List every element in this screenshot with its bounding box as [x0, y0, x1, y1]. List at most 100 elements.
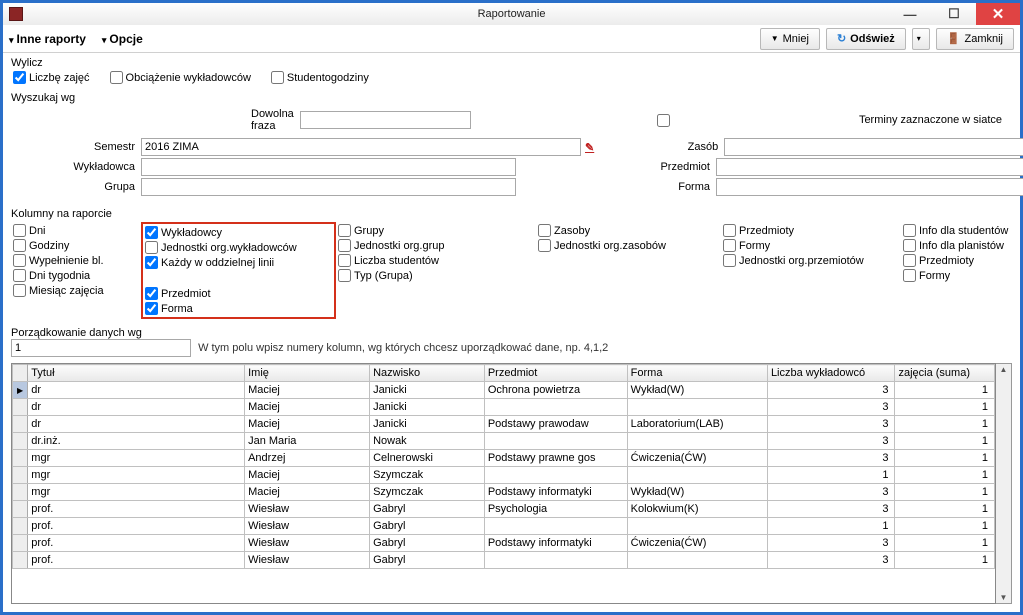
- column-header[interactable]: Liczba wykładowcó: [767, 365, 895, 382]
- table-row[interactable]: mgrMaciejSzymczak11: [13, 467, 995, 484]
- window-title: Raportowanie: [478, 8, 546, 20]
- cell: Podstawy prawodaw: [484, 416, 627, 433]
- refresh-icon: ↻: [837, 32, 846, 45]
- check-typ-grupa[interactable]: Typ (Grupa): [338, 269, 534, 282]
- check-liczba-stud[interactable]: Liczba studentów: [338, 254, 534, 267]
- cell: dr: [28, 382, 245, 399]
- grupa-label: Grupa: [11, 181, 141, 193]
- check-kazdy-linia[interactable]: Każdy w oddzielnej linii: [145, 256, 332, 269]
- column-header[interactable]: Przedmiot: [484, 365, 627, 382]
- dowolna-input[interactable]: [300, 111, 471, 129]
- cell: Wykład(W): [627, 484, 767, 501]
- cell: Nowak: [370, 433, 485, 450]
- cell: [484, 399, 627, 416]
- check-wypelnienie[interactable]: Wypełnienie bl.: [13, 254, 139, 267]
- check-wykladowcy[interactable]: Wykładowcy: [145, 226, 332, 239]
- table-row[interactable]: prof.WiesławGabryl31: [13, 552, 995, 569]
- check-jednostki-zas[interactable]: Jednostki org.zasobów: [538, 239, 719, 252]
- cell: Gabryl: [370, 552, 485, 569]
- cell: Janicki: [370, 382, 485, 399]
- wykladowca-input[interactable]: [141, 158, 516, 176]
- table-row[interactable]: drMaciejJanicki31: [13, 399, 995, 416]
- forma-label: Forma: [656, 181, 716, 193]
- table-row[interactable]: prof.WiesławGabrylPodstawy informatykiĆw…: [13, 535, 995, 552]
- scroll-up-icon[interactable]: ▲: [1000, 364, 1008, 375]
- przedmiot-input[interactable]: [716, 158, 1023, 176]
- check-godziny[interactable]: Godziny: [13, 239, 139, 252]
- menu-opcje[interactable]: Opcje: [102, 32, 143, 46]
- zasob-input[interactable]: [724, 138, 1023, 156]
- content-area: Wylicz Liczbę zajęć Obciążenie wykładowc…: [3, 53, 1020, 612]
- check-studentogodziny[interactable]: Studentogodziny: [271, 71, 369, 84]
- cell: Podstawy prawne gos: [484, 450, 627, 467]
- check-terminy[interactable]: Terminy zaznaczone w siatce: [471, 114, 1002, 127]
- check-liczbe-zajec[interactable]: Liczbę zajęć: [13, 71, 90, 84]
- zamknij-button[interactable]: 🚪Zamknij: [936, 28, 1014, 50]
- wylicz-label: Wylicz: [11, 57, 1012, 69]
- odswiez-dropdown[interactable]: ▾: [912, 28, 930, 50]
- maximize-button[interactable]: ☐: [932, 3, 976, 25]
- check-jednostki-prz[interactable]: Jednostki org.przemiotów: [723, 254, 899, 267]
- semestr-input[interactable]: [141, 138, 581, 156]
- cell: Ćwiczenia(ĆW): [627, 535, 767, 552]
- check-formy2[interactable]: Formy: [903, 269, 1010, 282]
- cell: 3: [767, 433, 895, 450]
- odswiez-button[interactable]: ↻Odśwież: [826, 28, 906, 50]
- check-przedmiot-col[interactable]: Przedmiot: [145, 287, 332, 300]
- check-przedmioty[interactable]: Przedmioty: [723, 224, 899, 237]
- table-row[interactable]: prof.WiesławGabrylPsychologiaKolokwium(K…: [13, 501, 995, 518]
- cell: [627, 518, 767, 535]
- cell: [484, 552, 627, 569]
- exit-icon: 🚪: [947, 32, 961, 45]
- mniej-button[interactable]: ▼Mniej: [760, 28, 820, 50]
- check-info-stud[interactable]: Info dla studentów: [903, 224, 1010, 237]
- cell: [484, 467, 627, 484]
- scroll-down-icon[interactable]: ▼: [1000, 592, 1008, 603]
- table-row[interactable]: drMaciejJanickiOchrona powietrzaWykład(W…: [13, 382, 995, 399]
- cell: Janicki: [370, 399, 485, 416]
- column-header[interactable]: zajęcia (suma): [895, 365, 995, 382]
- table-row[interactable]: prof.WiesławGabryl11: [13, 518, 995, 535]
- cell: 1: [767, 518, 895, 535]
- check-grupy[interactable]: Grupy: [338, 224, 534, 237]
- check-jednostki-wyk[interactable]: Jednostki org.wykładowców: [145, 241, 332, 254]
- semestr-edit-icon[interactable]: ✎: [585, 141, 594, 154]
- check-przedmioty2[interactable]: Przedmioty: [903, 254, 1010, 267]
- cell: [627, 433, 767, 450]
- check-dni-tygodnia[interactable]: Dni tygodnia: [13, 269, 139, 282]
- check-info-plan[interactable]: Info dla planistów: [903, 239, 1010, 252]
- cell: 3: [767, 416, 895, 433]
- minimize-button[interactable]: —: [888, 3, 932, 25]
- results-table[interactable]: TytułImięNazwiskoPrzedmiotFormaLiczba wy…: [11, 363, 996, 604]
- check-forma-col[interactable]: Forma: [145, 302, 332, 315]
- menu-inne-raporty[interactable]: Inne raporty: [9, 32, 86, 46]
- cell: 1: [895, 433, 995, 450]
- column-header[interactable]: Nazwisko: [370, 365, 485, 382]
- cell: Podstawy informatyki: [484, 484, 627, 501]
- cell: dr.inż.: [28, 433, 245, 450]
- column-header[interactable]: Tytuł: [28, 365, 245, 382]
- column-header[interactable]: Forma: [627, 365, 767, 382]
- check-miesiac[interactable]: Miesiąc zajęcia: [13, 284, 139, 297]
- check-zasoby[interactable]: Zasoby: [538, 224, 719, 237]
- check-jednostki-grup[interactable]: Jednostki org.grup: [338, 239, 534, 252]
- forma-input[interactable]: [716, 178, 1023, 196]
- check-obciazenie[interactable]: Obciążenie wykładowców: [110, 71, 251, 84]
- table-row[interactable]: drMaciejJanickiPodstawy prawodawLaborato…: [13, 416, 995, 433]
- check-formy[interactable]: Formy: [723, 239, 899, 252]
- cell: Kolokwium(K): [627, 501, 767, 518]
- table-row[interactable]: mgrAndrzejCelnerowskiPodstawy prawne gos…: [13, 450, 995, 467]
- cell: Maciej: [245, 382, 370, 399]
- cell: Wiesław: [245, 501, 370, 518]
- grupa-input[interactable]: [141, 178, 516, 196]
- vertical-scrollbar[interactable]: ▲ ▼: [996, 363, 1012, 604]
- column-header[interactable]: Imię: [245, 365, 370, 382]
- semestr-label: Semestr: [11, 141, 141, 153]
- sort-input[interactable]: [11, 339, 191, 357]
- cell: 1: [767, 467, 895, 484]
- cell: 1: [895, 484, 995, 501]
- table-row[interactable]: mgrMaciejSzymczakPodstawy informatykiWyk…: [13, 484, 995, 501]
- check-dni[interactable]: Dni: [13, 224, 139, 237]
- table-row[interactable]: dr.inż.Jan MariaNowak31: [13, 433, 995, 450]
- close-window-button[interactable]: ✕: [976, 3, 1020, 25]
